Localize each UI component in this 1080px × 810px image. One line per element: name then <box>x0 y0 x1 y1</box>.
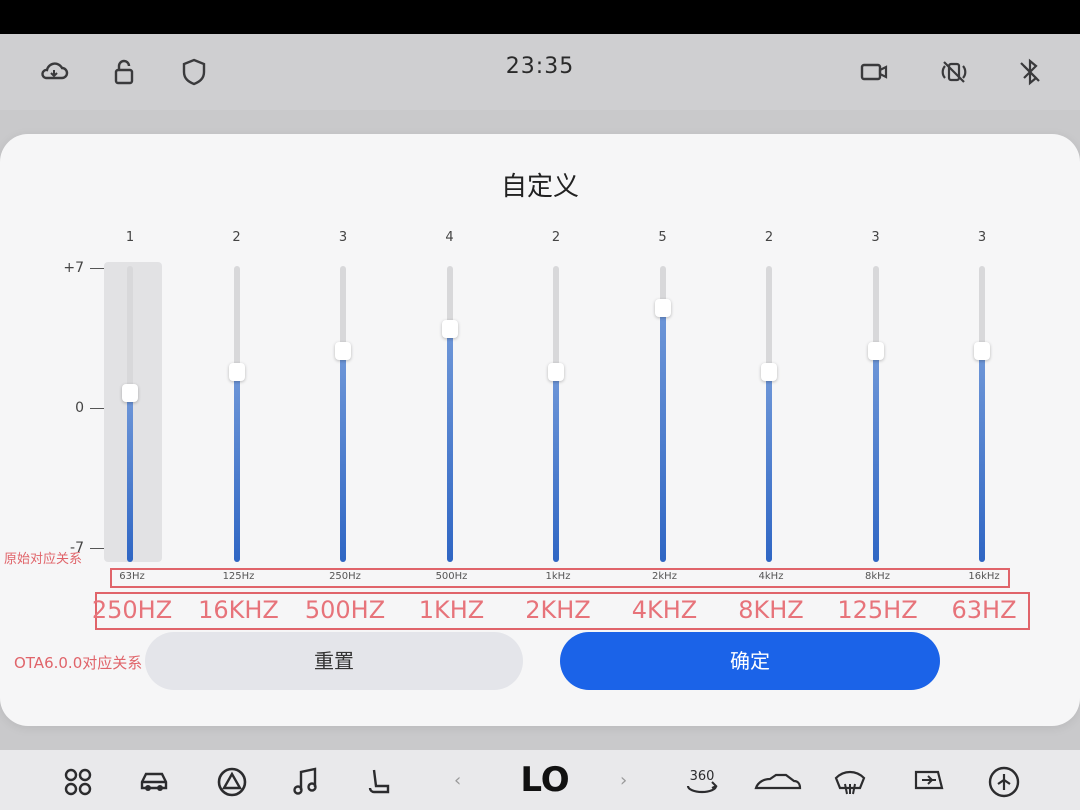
band-fill <box>233 371 240 562</box>
band-value-label: 2 <box>551 230 561 245</box>
band-fill <box>979 350 985 562</box>
band-value-label: 1 <box>125 230 135 245</box>
temperature-display[interactable]: LO <box>510 760 580 800</box>
chevron-left-icon[interactable]: ‹ <box>454 770 461 791</box>
status-bar: 23:35 <box>0 34 1080 110</box>
band-knob[interactable] <box>122 383 138 402</box>
band-value-label: 4 <box>445 230 454 245</box>
frequency-label: 125Hz <box>222 571 255 582</box>
band-fill <box>553 371 559 562</box>
eq-band-slider[interactable]: 1 <box>104 230 162 570</box>
fan-icon[interactable] <box>984 762 1024 802</box>
frequency-label: 16kHz <box>968 571 1000 582</box>
ota-frequency-label: 250HZ <box>91 596 173 624</box>
eq-band-slider[interactable]: 2 <box>215 230 259 570</box>
bluetooth-off-icon[interactable] <box>1012 54 1048 90</box>
band-fill <box>872 350 879 562</box>
band-value-label: 3 <box>871 230 880 245</box>
car-side-icon[interactable] <box>752 762 804 802</box>
seat-icon[interactable] <box>360 762 400 802</box>
frequency-label: 500Hz <box>435 571 468 582</box>
band-fill <box>340 350 346 562</box>
eq-band-slider[interactable]: 4 <box>428 230 472 570</box>
wireless-icon[interactable] <box>936 54 972 90</box>
dialog-title: 自定义 <box>500 172 579 202</box>
frequency-label: 250Hz <box>329 571 361 582</box>
music-icon[interactable] <box>286 762 326 802</box>
annotation-ota: OTA6.0.0对应关系 <box>14 654 143 672</box>
frequency-label-row: 63Hz 125Hz 250Hz 500Hz 1kHz 2kHz 4kHz 8kHz 16kHz <box>110 568 1010 588</box>
band-knob[interactable] <box>548 362 564 381</box>
scale-mid-label: 0 <box>40 400 104 416</box>
eq-band-slider[interactable]: 3 <box>321 230 365 570</box>
band-fill <box>446 329 453 562</box>
top-black-bar <box>0 0 1080 34</box>
ota-frequency-row: 250HZ 16KHZ 500HZ 1KHZ 2KHZ 4KHZ 8KHZ 125HZ 63HZ <box>92 592 1030 630</box>
ota-frequency-label: 8KHZ <box>738 596 804 624</box>
band-knob[interactable] <box>974 341 990 360</box>
ota-frequency-label: 4KHZ <box>631 596 698 624</box>
frequency-label: 1kHz <box>545 571 571 582</box>
eq-band-slider[interactable]: 5 <box>641 230 685 570</box>
band-fill <box>127 392 133 562</box>
equalizer-dialog: 自定义 +7 0 -7 123425233 原始对应关系 63Hz 125Hz 25… <box>0 134 1080 726</box>
band-value-label: 3 <box>338 230 348 245</box>
defrost-front-icon[interactable] <box>830 762 870 802</box>
frequency-label: 63Hz <box>119 571 145 582</box>
scale-top-label: +7 <box>40 260 104 276</box>
band-knob[interactable] <box>441 320 458 339</box>
frequency-label: 2kHz <box>652 571 677 582</box>
eq-band-slider[interactable]: 2 <box>747 230 791 570</box>
band-fill <box>766 371 772 562</box>
ota-frequency-label: 16KHZ <box>198 596 279 624</box>
defrost-rear-icon[interactable] <box>908 762 948 802</box>
eq-band-slider[interactable]: 3 <box>960 230 1004 570</box>
band-value-label: 5 <box>658 230 667 245</box>
band-value-label: 3 <box>977 230 987 245</box>
frequency-label: 8kHz <box>865 571 890 582</box>
band-value-label: 2 <box>232 230 241 245</box>
ota-frequency-label: 63HZ <box>951 596 1017 624</box>
car-icon[interactable] <box>134 762 174 802</box>
camera-360-icon[interactable]: 360 <box>680 762 724 802</box>
band-knob[interactable] <box>228 362 245 381</box>
eq-band-slider[interactable]: 3 <box>854 230 898 570</box>
ota-frequency-label: 1KHZ <box>418 596 485 624</box>
frequency-label: 4kHz <box>758 571 784 582</box>
steering-icon[interactable] <box>212 762 252 802</box>
eq-band-slider[interactable]: 2 <box>534 230 578 570</box>
ota-frequency-label: 500HZ <box>304 596 386 624</box>
band-fill <box>659 308 666 562</box>
confirm-button[interactable]: 确定 <box>560 632 940 690</box>
bottom-dock: ‹ LO › 360 <box>0 750 1080 810</box>
reset-button[interactable]: 重置 <box>145 632 523 690</box>
band-knob[interactable] <box>867 341 884 360</box>
band-value-label: 2 <box>764 230 774 245</box>
band-knob[interactable] <box>761 362 777 381</box>
ota-frequency-label: 125HZ <box>837 596 918 624</box>
apps-icon[interactable] <box>58 762 98 802</box>
camera-icon[interactable] <box>856 54 892 90</box>
band-knob[interactable] <box>654 299 671 318</box>
annotation-original: 原始对应关系 <box>4 552 83 567</box>
ota-frequency-label: 2KHZ <box>525 596 591 624</box>
clock: 23:35 <box>505 54 575 79</box>
band-knob[interactable] <box>335 341 351 360</box>
chevron-right-icon[interactable]: › <box>620 770 627 791</box>
camera-360-label: 360 <box>690 769 715 784</box>
